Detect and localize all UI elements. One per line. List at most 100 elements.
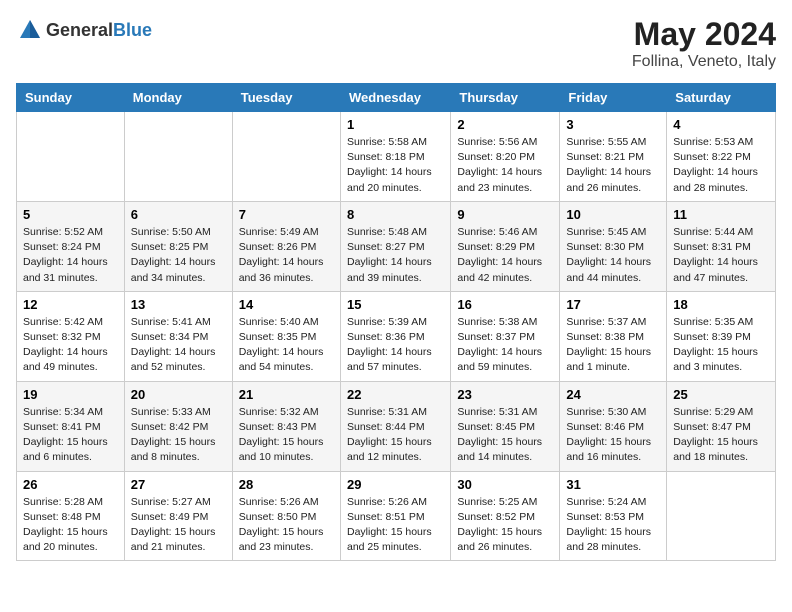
- day-info: Sunrise: 5:45 AM Sunset: 8:30 PM Dayligh…: [566, 225, 660, 286]
- day-number: 11: [673, 207, 769, 222]
- day-number: 1: [347, 117, 444, 132]
- day-info: Sunrise: 5:29 AM Sunset: 8:47 PM Dayligh…: [673, 405, 769, 466]
- week-row-5: 26Sunrise: 5:28 AM Sunset: 8:48 PM Dayli…: [17, 471, 776, 561]
- day-number: 13: [131, 297, 226, 312]
- table-cell: [232, 112, 340, 202]
- table-cell: 24Sunrise: 5:30 AM Sunset: 8:46 PM Dayli…: [560, 381, 667, 471]
- day-number: 4: [673, 117, 769, 132]
- table-cell: 7 Sunrise: 5:49 AM Sunset: 8:26 PM Daylig…: [232, 201, 340, 291]
- table-cell: 22Sunrise: 5:31 AM Sunset: 8:44 PM Dayli…: [340, 381, 450, 471]
- day-number: 12: [23, 297, 118, 312]
- table-cell: 9 Sunrise: 5:46 AM Sunset: 8:29 PM Daylig…: [451, 201, 560, 291]
- week-row-4: 19 Sunrise: 5:34 AM Sunset: 8:41 PM Dayli…: [17, 381, 776, 471]
- day-number: 20: [131, 387, 226, 402]
- day-info: Sunrise: 5:28 AM Sunset: 8:48 PM Dayligh…: [23, 495, 118, 556]
- title-block: May 2024 Follina, Veneto, Italy: [632, 16, 776, 71]
- col-thursday: Thursday: [451, 84, 560, 112]
- day-info: Sunrise: 5:46 AM Sunset: 8:29 PM Dayligh…: [457, 225, 553, 286]
- day-number: 19: [23, 387, 118, 402]
- col-friday: Friday: [560, 84, 667, 112]
- day-info: Sunrise: 5:25 AM Sunset: 8:52 PM Dayligh…: [457, 495, 553, 556]
- table-cell: 4 Sunrise: 5:53 AM Sunset: 8:22 PM Daylig…: [667, 112, 776, 202]
- week-row-1: 1 Sunrise: 5:58 AM Sunset: 8:18 PM Daylig…: [17, 112, 776, 202]
- logo-general: General: [46, 20, 113, 40]
- day-info: Sunrise: 5:41 AM Sunset: 8:34 PM Dayligh…: [131, 315, 226, 376]
- table-cell: 31 Sunrise: 5:24 AM Sunset: 8:53 PM Dayli…: [560, 471, 667, 561]
- logo-blue: Blue: [113, 20, 152, 40]
- page-header: GeneralBlue May 2024 Follina, Veneto, It…: [16, 16, 776, 71]
- week-row-2: 5 Sunrise: 5:52 AM Sunset: 8:24 PM Daylig…: [17, 201, 776, 291]
- table-cell: 25 Sunrise: 5:29 AM Sunset: 8:47 PM Dayli…: [667, 381, 776, 471]
- calendar: Sunday Monday Tuesday Wednesday Thursday…: [16, 83, 776, 561]
- day-info: Sunrise: 5:58 AM Sunset: 8:18 PM Dayligh…: [347, 135, 444, 196]
- day-number: 10: [566, 207, 660, 222]
- day-number: 5: [23, 207, 118, 222]
- day-info: Sunrise: 5:35 AM Sunset: 8:39 PM Dayligh…: [673, 315, 769, 376]
- day-number: 2: [457, 117, 553, 132]
- col-wednesday: Wednesday: [340, 84, 450, 112]
- day-info: Sunrise: 5:55 AM Sunset: 8:21 PM Dayligh…: [566, 135, 660, 196]
- table-cell: 15 Sunrise: 5:39 AM Sunset: 8:36 PM Dayli…: [340, 291, 450, 381]
- day-info: Sunrise: 5:31 AM Sunset: 8:45 PM Dayligh…: [457, 405, 553, 466]
- day-info: Sunrise: 5:52 AM Sunset: 8:24 PM Dayligh…: [23, 225, 118, 286]
- table-cell: 14 Sunrise: 5:40 AM Sunset: 8:35 PM Dayli…: [232, 291, 340, 381]
- table-cell: [667, 471, 776, 561]
- logo: GeneralBlue: [16, 16, 152, 44]
- day-number: 28: [239, 477, 334, 492]
- day-number: 17: [566, 297, 660, 312]
- day-info: Sunrise: 5:34 AM Sunset: 8:41 PM Dayligh…: [23, 405, 118, 466]
- day-info: Sunrise: 5:42 AM Sunset: 8:32 PM Dayligh…: [23, 315, 118, 376]
- title-location: Follina, Veneto, Italy: [632, 53, 776, 71]
- table-cell: 27 Sunrise: 5:27 AM Sunset: 8:49 PM Dayli…: [124, 471, 232, 561]
- day-info: Sunrise: 5:24 AM Sunset: 8:53 PM Dayligh…: [566, 495, 660, 556]
- calendar-header: Sunday Monday Tuesday Wednesday Thursday…: [17, 84, 776, 112]
- day-info: Sunrise: 5:40 AM Sunset: 8:35 PM Dayligh…: [239, 315, 334, 376]
- table-cell: 13 Sunrise: 5:41 AM Sunset: 8:34 PM Dayli…: [124, 291, 232, 381]
- day-number: 29: [347, 477, 444, 492]
- day-number: 31: [566, 477, 660, 492]
- table-cell: 2Sunrise: 5:56 AM Sunset: 8:20 PM Daylig…: [451, 112, 560, 202]
- table-cell: 28Sunrise: 5:26 AM Sunset: 8:50 PM Dayli…: [232, 471, 340, 561]
- table-cell: 21 Sunrise: 5:32 AM Sunset: 8:43 PM Dayli…: [232, 381, 340, 471]
- day-number: 7: [239, 207, 334, 222]
- table-cell: 18Sunrise: 5:35 AM Sunset: 8:39 PM Dayli…: [667, 291, 776, 381]
- day-number: 21: [239, 387, 334, 402]
- day-number: 25: [673, 387, 769, 402]
- col-tuesday: Tuesday: [232, 84, 340, 112]
- day-number: 22: [347, 387, 444, 402]
- col-sunday: Sunday: [17, 84, 125, 112]
- day-number: 9: [457, 207, 553, 222]
- day-info: Sunrise: 5:33 AM Sunset: 8:42 PM Dayligh…: [131, 405, 226, 466]
- day-info: Sunrise: 5:37 AM Sunset: 8:38 PM Dayligh…: [566, 315, 660, 376]
- table-cell: [124, 112, 232, 202]
- day-info: Sunrise: 5:26 AM Sunset: 8:51 PM Dayligh…: [347, 495, 444, 556]
- table-cell: 1 Sunrise: 5:58 AM Sunset: 8:18 PM Daylig…: [340, 112, 450, 202]
- table-cell: 17 Sunrise: 5:37 AM Sunset: 8:38 PM Dayli…: [560, 291, 667, 381]
- day-info: Sunrise: 5:50 AM Sunset: 8:25 PM Dayligh…: [131, 225, 226, 286]
- day-number: 23: [457, 387, 553, 402]
- day-info: Sunrise: 5:48 AM Sunset: 8:27 PM Dayligh…: [347, 225, 444, 286]
- day-number: 16: [457, 297, 553, 312]
- table-cell: 5 Sunrise: 5:52 AM Sunset: 8:24 PM Daylig…: [17, 201, 125, 291]
- col-saturday: Saturday: [667, 84, 776, 112]
- day-info: Sunrise: 5:49 AM Sunset: 8:26 PM Dayligh…: [239, 225, 334, 286]
- day-info: Sunrise: 5:30 AM Sunset: 8:46 PM Dayligh…: [566, 405, 660, 466]
- day-info: Sunrise: 5:38 AM Sunset: 8:37 PM Dayligh…: [457, 315, 553, 376]
- day-number: 27: [131, 477, 226, 492]
- title-month: May 2024: [632, 16, 776, 53]
- day-number: 6: [131, 207, 226, 222]
- table-cell: 26Sunrise: 5:28 AM Sunset: 8:48 PM Dayli…: [17, 471, 125, 561]
- day-number: 30: [457, 477, 553, 492]
- day-info: Sunrise: 5:39 AM Sunset: 8:36 PM Dayligh…: [347, 315, 444, 376]
- table-cell: 6 Sunrise: 5:50 AM Sunset: 8:25 PM Daylig…: [124, 201, 232, 291]
- day-number: 15: [347, 297, 444, 312]
- table-cell: 16 Sunrise: 5:38 AM Sunset: 8:37 PM Dayli…: [451, 291, 560, 381]
- day-info: Sunrise: 5:53 AM Sunset: 8:22 PM Dayligh…: [673, 135, 769, 196]
- day-number: 14: [239, 297, 334, 312]
- table-cell: [17, 112, 125, 202]
- col-monday: Monday: [124, 84, 232, 112]
- day-info: Sunrise: 5:27 AM Sunset: 8:49 PM Dayligh…: [131, 495, 226, 556]
- day-number: 8: [347, 207, 444, 222]
- day-info: Sunrise: 5:32 AM Sunset: 8:43 PM Dayligh…: [239, 405, 334, 466]
- table-cell: 11Sunrise: 5:44 AM Sunset: 8:31 PM Dayli…: [667, 201, 776, 291]
